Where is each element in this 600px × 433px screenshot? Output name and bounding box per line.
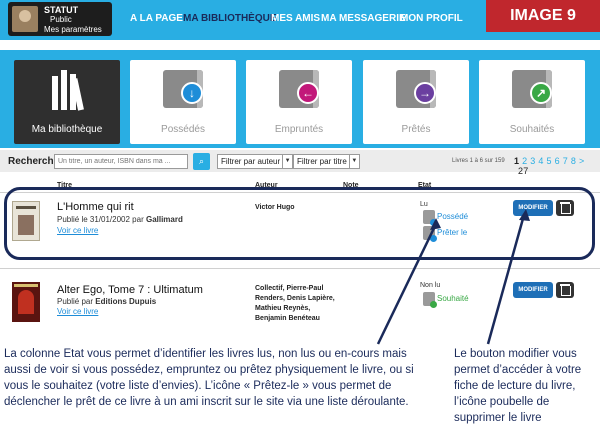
- annotation-right: Le bouton modifier vous permet d’accéder…: [454, 348, 582, 424]
- screenshot-root: STATUT Public Mes paramètres A LA PAGE M…: [0, 0, 600, 433]
- arrow-to-etat: [376, 223, 438, 345]
- arrow-to-modifier: [486, 214, 526, 345]
- arrow-head: [430, 218, 441, 230]
- arrow-head: [519, 209, 530, 221]
- annotation-left: La colonne Etat vous permet d’identifier…: [4, 348, 414, 408]
